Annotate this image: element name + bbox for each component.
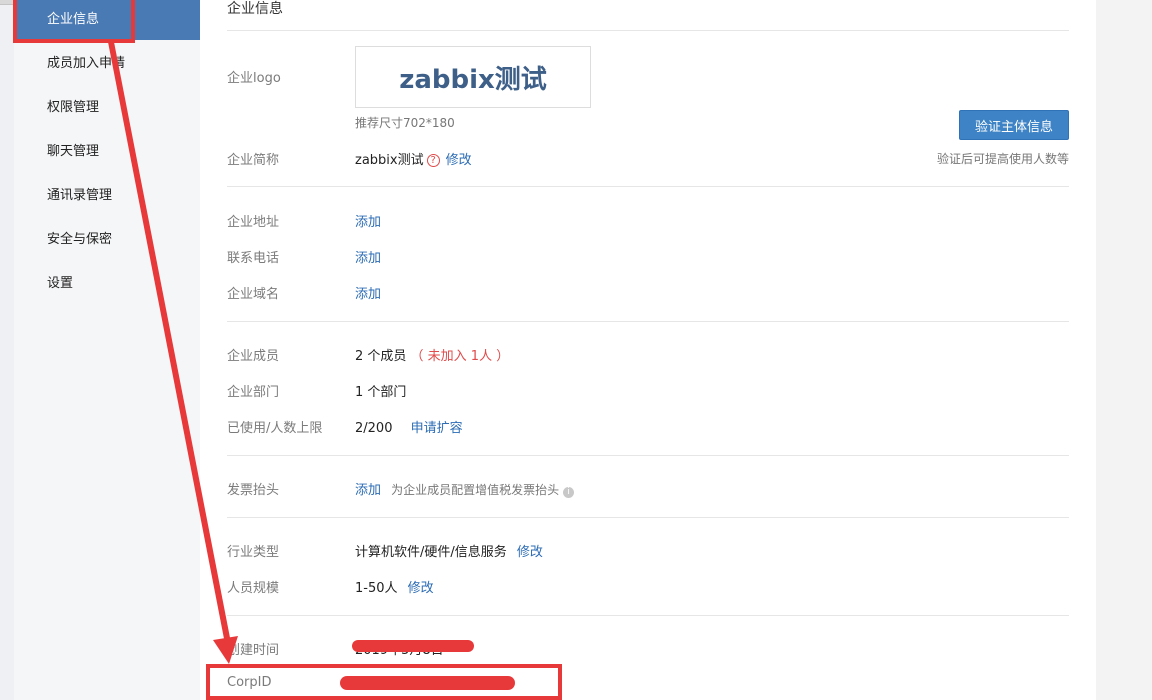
industry-value: 计算机软件/硬件/信息服务 [355,545,507,560]
divider [227,455,1069,456]
members-label: 企业成员 [227,349,280,364]
add-phone-link[interactable]: 添加 [355,247,381,266]
address-label: 企业地址 [227,215,280,230]
verify-entity-button[interactable]: 验证主体信息 [959,110,1069,140]
sidebar-item-join-requests[interactable]: 成员加入申请 [14,44,200,84]
usage-row: 2/200 申请扩容 [355,417,463,436]
scale-label: 人员规模 [227,581,280,596]
divider [227,30,1069,31]
sidebar-item-settings[interactable]: 设置 [14,264,200,304]
invoice-row: 添加 为企业成员配置增值税发票抬头 i [355,479,575,498]
info-icon[interactable]: i [563,487,575,498]
verify-hint: 验证后可提高使用人数等 [936,152,1069,166]
help-icon[interactable]: ? [426,154,440,167]
scale-row: 1-50人 修改 [355,577,434,596]
sidebar-item-chat-management[interactable]: 聊天管理 [14,132,200,172]
scale-value: 1-50人 [355,581,398,596]
departments-value: 1 个部门 [355,385,407,400]
main-panel: 企业信息 企业logo zabbix测试 推荐尺寸702*180 验证主体信息 … [200,0,1096,700]
invoice-label: 发票抬头 [227,483,280,498]
logo-size-hint: 推荐尺寸702*180 [355,116,455,130]
divider [227,321,1069,322]
usage-label: 已使用/人数上限 [227,421,323,436]
edit-short-name-link[interactable]: 修改 [446,153,472,168]
phone-label: 联系电话 [227,251,280,266]
short-name-row: zabbix测试? 修改 [355,149,472,168]
domain-label: 企业域名 [227,287,280,302]
page-title: 企业信息 [227,1,283,17]
usage-value: 2/200 [355,421,393,436]
divider [227,517,1069,518]
created-label: 创建时间 [227,643,280,658]
sidebar: 企业信息 成员加入申请 权限管理 聊天管理 通讯录管理 安全与保密 设置 [14,0,200,700]
departments-label: 企业部门 [227,385,280,400]
highlight-box-sidebar [13,0,135,43]
members-row: 2 个成员 （ 未加入 1人 ） [355,345,509,364]
add-invoice-link[interactable]: 添加 [355,483,381,498]
invoice-hint: 为企业成员配置增值税发票抬头 [391,483,560,497]
right-gutter [1096,0,1152,700]
redaction-mark-created-date [352,640,474,652]
sidebar-item-permissions[interactable]: 权限管理 [14,88,200,128]
add-address-link[interactable]: 添加 [355,211,381,230]
industry-label: 行业类型 [227,545,280,560]
sidebar-item-contacts-management[interactable]: 通讯录管理 [14,176,200,216]
sidebar-item-security[interactable]: 安全与保密 [14,220,200,260]
enterprise-logo[interactable]: zabbix测试 [355,46,591,108]
add-domain-link[interactable]: 添加 [355,283,381,302]
request-expansion-link[interactable]: 申请扩容 [411,421,463,436]
divider [227,615,1069,616]
divider [227,186,1069,187]
industry-row: 计算机软件/硬件/信息服务 修改 [355,541,543,560]
members-value: 2 个成员 [355,349,407,364]
short-name-label: 企业简称 [227,153,280,168]
edit-industry-link[interactable]: 修改 [517,545,543,560]
short-name-value: zabbix测试 [355,153,424,168]
members-unjoined-note: （ 未加入 1人 ） [410,349,510,364]
highlight-box-corpid [206,664,562,700]
logo-label: 企业logo [227,71,281,86]
edit-scale-link[interactable]: 修改 [408,581,434,596]
